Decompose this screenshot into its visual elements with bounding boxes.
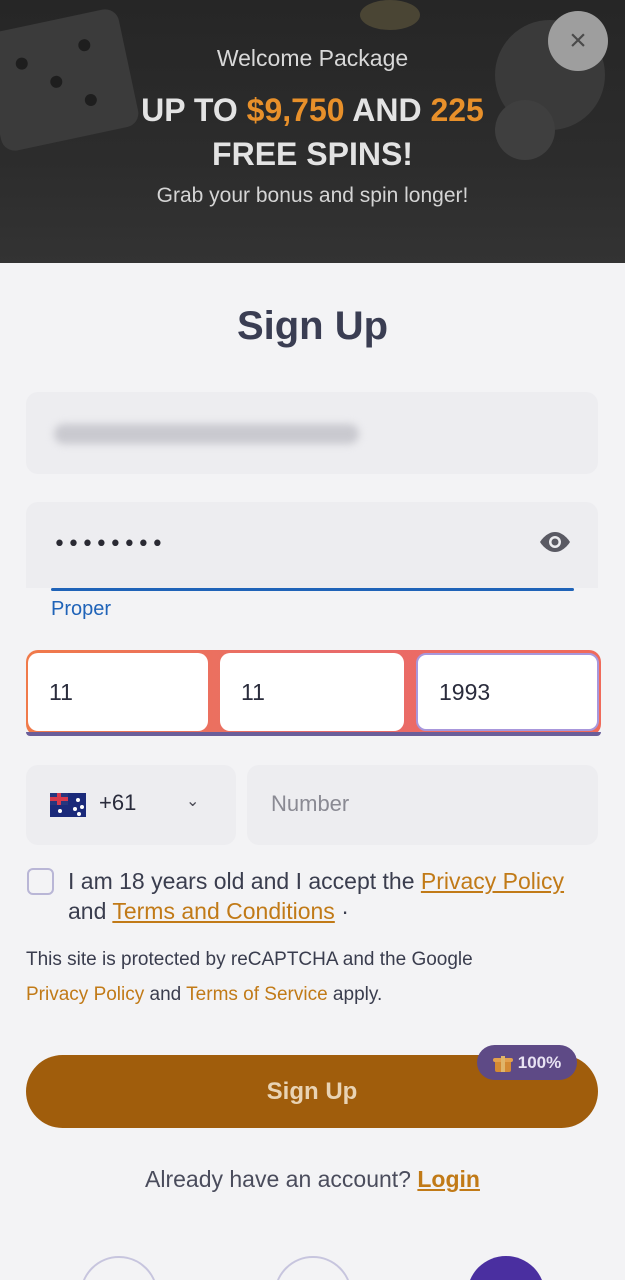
- age-consent-text: I am 18 years old and I accept the Priva…: [68, 866, 568, 926]
- date-of-birth-group: 11 11 1993: [26, 650, 601, 736]
- password-strength-label: Proper: [51, 598, 112, 620]
- bonus-badge-label: 100%: [517, 1052, 562, 1072]
- australia-flag-icon: [50, 793, 86, 817]
- coin-decoration: [360, 0, 420, 30]
- recaptcha-notice: This site is protected by reCAPTCHA and …: [26, 942, 586, 1012]
- google-privacy-link[interactable]: Privacy Policy: [26, 984, 144, 1005]
- already-text: Already have an account?: [145, 1166, 411, 1192]
- password-value: ••••••••: [53, 532, 165, 557]
- banner-subline: Grab your bonus and spin longer!: [156, 184, 469, 207]
- banner-headline: UP TO $9,750 AND 225 FREE SPINS!: [0, 88, 625, 176]
- age-consent-checkbox[interactable]: [27, 868, 54, 895]
- welcome-banner: Welcome Package UP TO $9,750 AND 225 FRE…: [0, 0, 625, 263]
- page-title: Sign Up: [236, 304, 389, 348]
- headline-and: AND: [344, 92, 431, 128]
- chevron-down-icon: ⌄: [186, 793, 200, 810]
- email-value-blurred: [54, 424, 359, 444]
- headline-spins-count: 225: [430, 92, 484, 128]
- banner-welcome: Welcome Package: [216, 45, 409, 71]
- headline-amount: $9,750: [246, 92, 345, 128]
- close-button[interactable]: ×: [548, 11, 608, 71]
- consent-suffix: ·: [334, 898, 349, 924]
- social-login-button[interactable]: [467, 1256, 545, 1280]
- consent-and: and: [68, 898, 113, 924]
- privacy-policy-link[interactable]: Privacy Policy: [421, 868, 564, 894]
- recaptcha-suffix: apply.: [327, 984, 383, 1005]
- dob-year-input[interactable]: 1993: [416, 653, 599, 731]
- country-code-select[interactable]: +61 ⌄: [26, 765, 236, 845]
- email-field[interactable]: [26, 392, 598, 474]
- login-link[interactable]: Login: [417, 1166, 480, 1192]
- consent-prefix: I am 18 years old and I accept the: [68, 868, 421, 894]
- bonus-badge: 100%: [477, 1045, 577, 1080]
- recaptcha-prefix: This site is protected by reCAPTCHA and …: [26, 949, 473, 970]
- headline-prefix: UP TO: [141, 92, 247, 128]
- phone-number-input[interactable]: Number: [247, 765, 598, 845]
- password-field[interactable]: ••••••••: [26, 502, 598, 588]
- google-terms-link[interactable]: Terms of Service: [186, 984, 327, 1005]
- eye-icon[interactable]: [538, 530, 572, 554]
- social-login-button[interactable]: [274, 1256, 352, 1280]
- terms-link[interactable]: Terms and Conditions: [112, 898, 334, 924]
- login-prompt: Already have an account? Login: [0, 1166, 625, 1193]
- password-strength-bar: [51, 588, 574, 591]
- social-login-button[interactable]: [80, 1256, 158, 1280]
- headline-suffix: FREE SPINS!: [212, 136, 413, 172]
- phone-number-placeholder: Number: [271, 791, 350, 816]
- dob-month-input[interactable]: 11: [220, 653, 404, 731]
- dob-day-input[interactable]: 11: [28, 653, 208, 731]
- recaptcha-and: and: [144, 984, 187, 1005]
- close-icon: ×: [569, 24, 587, 57]
- country-code-value: +61: [99, 790, 137, 815]
- gift-icon: [492, 1053, 513, 1073]
